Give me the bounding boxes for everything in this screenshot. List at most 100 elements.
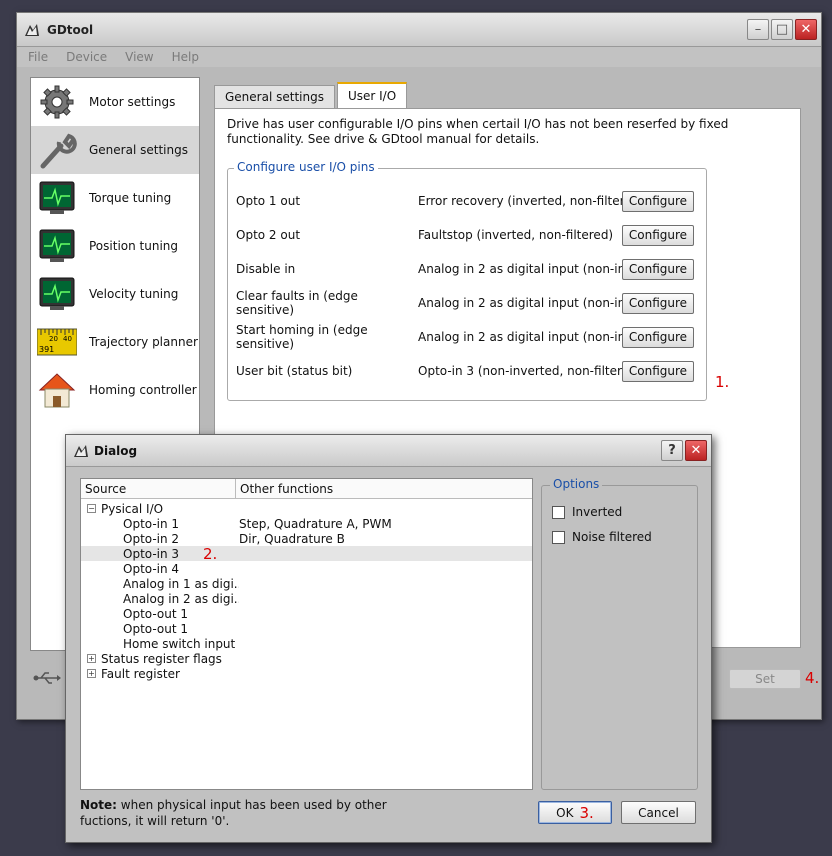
set-button[interactable]: Set: [729, 669, 801, 689]
io-label: User bit (status bit): [236, 364, 353, 378]
ruler-readout: 391: [39, 345, 54, 354]
wrench-icon: [37, 130, 77, 170]
checkbox-box[interactable]: [552, 530, 565, 544]
tree-item-opto-in-2[interactable]: Opto-in 2 Dir, Quadrature B: [81, 531, 532, 546]
tree-item-opto-out-1b[interactable]: Opto-out 1: [81, 621, 532, 636]
tree-item-physical-io[interactable]: − Pysical I/O: [81, 501, 532, 516]
configure-button[interactable]: Configure: [622, 224, 694, 246]
dialog-close-button[interactable]: ✕: [685, 440, 707, 461]
io-label: Start homing in (edge sensitive): [236, 323, 368, 351]
tree-item-label: Opto-in 2: [123, 531, 180, 546]
sidebar-item-torque-tuning[interactable]: Torque tuning: [31, 174, 199, 222]
menu-help[interactable]: Help: [172, 50, 199, 64]
house-icon: [37, 370, 77, 410]
step-marker-3: 3.: [579, 803, 594, 822]
options-group: Options Inverted Noise filtered: [541, 477, 698, 790]
tree-item-opto-in-1[interactable]: Opto-in 1 Step, Quadrature A, PWM: [81, 516, 532, 531]
io-row-disable-in: Disable in Analog in 2 as digital input …: [236, 258, 706, 280]
title-bar[interactable]: GDtool – □ ✕: [17, 13, 821, 47]
io-row-clear-faults-in: Clear faults in (edge sensitive) Analog …: [236, 289, 706, 317]
checkbox-box[interactable]: [552, 505, 565, 519]
minimize-button[interactable]: –: [747, 19, 769, 40]
sidebar-item-motor-settings[interactable]: Motor settings: [31, 78, 199, 126]
panel-description: Drive has user configurable I/O pins whe…: [227, 117, 729, 146]
column-source[interactable]: Source: [81, 479, 236, 498]
tree-item-opto-in-4[interactable]: Opto-in 4: [81, 561, 532, 576]
tree-item-label: Opto-out 1: [123, 606, 188, 621]
step-marker-2: 2.: [203, 544, 218, 563]
sidebar-item-label: Velocity tuning: [89, 287, 179, 301]
app-logo-icon: [74, 444, 88, 457]
configure-button[interactable]: Configure: [622, 360, 694, 382]
ruler-mark-40: 40: [63, 335, 72, 343]
cancel-button[interactable]: Cancel: [621, 801, 696, 824]
ok-button[interactable]: OK 3.: [538, 801, 612, 824]
menu-file[interactable]: File: [28, 50, 48, 64]
sidebar-item-general-settings[interactable]: General settings: [31, 126, 199, 174]
source-tree: Source Other functions − Pysical I/O Opt…: [80, 478, 533, 790]
io-label: Clear faults in (edge sensitive): [236, 289, 358, 317]
io-value: Opto-in 3 (non-inverted, non-filtered): [418, 364, 622, 378]
tree-item-label: Opto-in 3: [123, 546, 180, 561]
configure-button[interactable]: Configure: [622, 190, 694, 212]
configure-button[interactable]: Configure: [622, 292, 694, 314]
tree-item-analog-in-2[interactable]: Analog in 2 as digi...: [81, 591, 532, 606]
sidebar-item-label: Motor settings: [89, 95, 176, 109]
tree-item-label: Analog in 1 as digi...: [123, 576, 239, 591]
tree-item-label: Opto-in 1: [123, 516, 180, 531]
note-text: when physical input has been used by oth…: [80, 798, 387, 828]
tree-item-label: Opto-out 1: [123, 621, 188, 636]
usb-icon: [33, 672, 61, 684]
tree-item-analog-in-1[interactable]: Analog in 1 as digi...: [81, 576, 532, 591]
io-row-opto2-out: Opto 2 out Faultstop (inverted, non-filt…: [236, 224, 706, 246]
menu-device[interactable]: Device: [66, 50, 107, 64]
ok-label: OK: [556, 805, 574, 820]
tree-item-label: Home switch input: [123, 636, 236, 651]
sidebar-item-homing-controller[interactable]: Homing controller: [31, 366, 199, 414]
ruler-mark-20: 20: [49, 335, 58, 343]
monitor-icon: [37, 178, 77, 218]
configure-button[interactable]: Configure: [622, 258, 694, 280]
tree-item-opto-in-3[interactable]: Opto-in 3 2.: [81, 544, 532, 563]
tree-item-status-register-flags[interactable]: + Status register flags: [81, 651, 532, 666]
app-logo-icon: [25, 23, 39, 36]
help-button[interactable]: ?: [661, 440, 683, 461]
tree-item-label: Fault register: [101, 666, 180, 681]
tree-item-other: Step, Quadrature A, PWM: [239, 516, 392, 531]
tab-general-settings[interactable]: General settings: [214, 85, 335, 108]
sidebar-item-position-tuning[interactable]: Position tuning: [31, 222, 199, 270]
io-row-start-homing-in: Start homing in (edge sensitive) Analog …: [236, 323, 706, 351]
expand-icon[interactable]: +: [87, 654, 96, 663]
io-value: Analog in 2 as digital input (non-invert…: [418, 262, 622, 276]
sidebar-item-label: Position tuning: [89, 239, 179, 253]
sidebar-item-velocity-tuning[interactable]: Velocity tuning: [31, 270, 199, 318]
io-label: Opto 2 out: [236, 228, 301, 242]
noise-filtered-checkbox[interactable]: Noise filtered: [552, 530, 652, 544]
sidebar-item-label: Trajectory planner: [89, 335, 198, 349]
expand-icon[interactable]: +: [87, 669, 96, 678]
dialog-window: Dialog ? ✕ Source Other functions − Pysi…: [65, 434, 712, 843]
sidebar-item-trajectory-planner[interactable]: 20 40 391 Trajectory planner: [31, 318, 199, 366]
ruler-icon: 20 40 391: [37, 322, 77, 362]
step-marker-1: 1.: [715, 373, 730, 391]
note-bold: Note:: [80, 798, 117, 812]
maximize-button[interactable]: □: [771, 19, 793, 40]
collapse-icon[interactable]: −: [87, 504, 96, 513]
dialog-title-bar[interactable]: Dialog ? ✕: [66, 435, 711, 467]
configure-io-group: Configure user I/O pins Opto 1 out Error…: [227, 160, 707, 401]
tab-user-io[interactable]: User I/O: [336, 82, 408, 108]
tree-header: Source Other functions: [81, 479, 532, 499]
close-button[interactable]: ✕: [795, 19, 817, 40]
tree-item-other: Dir, Quadrature B: [239, 531, 345, 546]
io-label: Disable in: [236, 262, 296, 276]
gear-icon: [37, 82, 77, 122]
tree-item-fault-register[interactable]: + Fault register: [81, 666, 532, 681]
menu-view[interactable]: View: [125, 50, 153, 64]
configure-button[interactable]: Configure: [622, 326, 694, 348]
tree-item-opto-out-1[interactable]: Opto-out 1: [81, 606, 532, 621]
io-label: Opto 1 out: [236, 194, 301, 208]
column-other-functions[interactable]: Other functions: [236, 479, 333, 498]
inverted-checkbox[interactable]: Inverted: [552, 505, 622, 519]
io-row-opto1-out: Opto 1 out Error recovery (inverted, non…: [236, 190, 706, 212]
tree-item-home-switch-input[interactable]: Home switch input: [81, 636, 532, 651]
